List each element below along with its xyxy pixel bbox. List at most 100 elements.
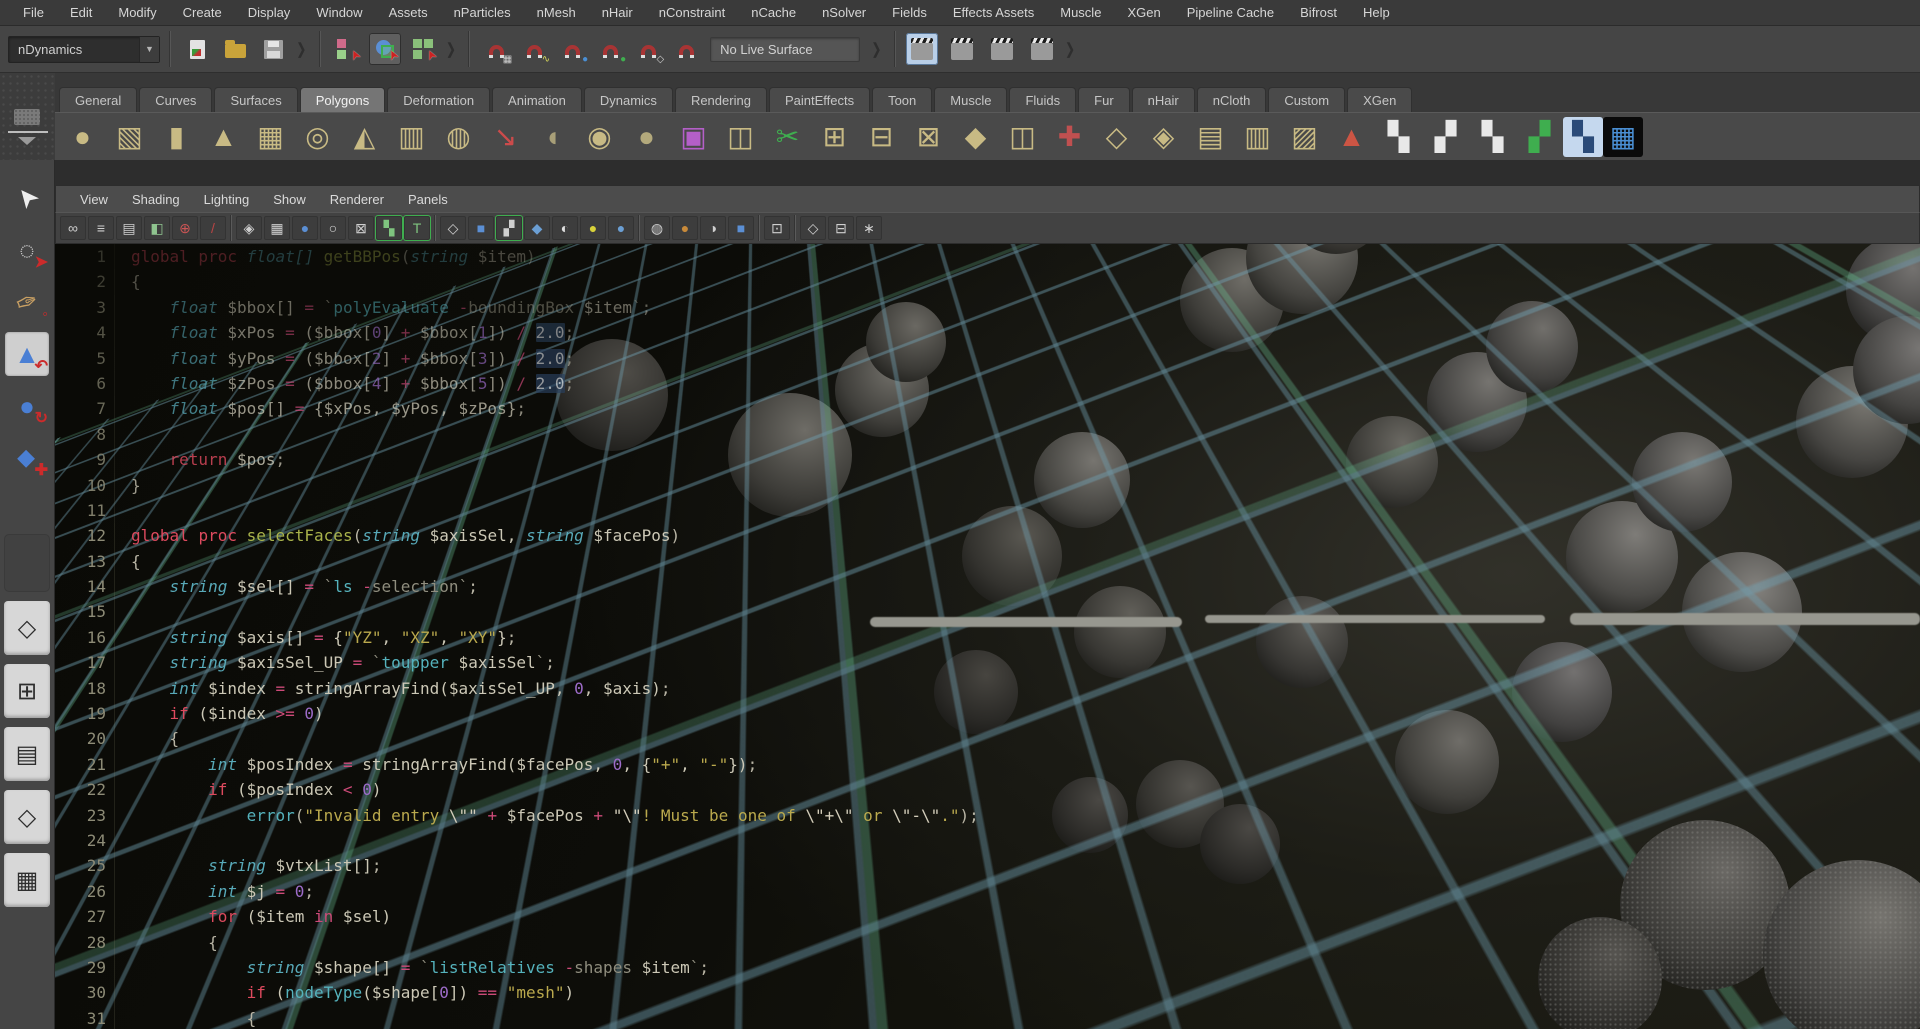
snap-to-point-icon[interactable]: ●: [556, 33, 588, 65]
menu-nsolver[interactable]: nSolver: [809, 0, 879, 25]
insert-edge-loop-icon[interactable]: ▤: [1187, 115, 1234, 159]
outliner-persp-layout-button[interactable]: ▤: [4, 727, 50, 781]
snap-to-center-icon[interactable]: [670, 33, 702, 65]
menu-assets[interactable]: Assets: [376, 0, 441, 25]
voxel-cube-icon[interactable]: ▦: [1603, 117, 1643, 157]
poly-pipe-icon[interactable]: ▥: [388, 115, 435, 159]
multi-cut-icon[interactable]: ◇: [1093, 115, 1140, 159]
panel-menu-shading[interactable]: Shading: [120, 192, 192, 207]
uv-planar-mapping-icon[interactable]: ▚: [1375, 115, 1422, 159]
view-cube-icon[interactable]: ◈: [236, 216, 262, 240]
poly-torus-icon[interactable]: ◎: [294, 115, 341, 159]
nparticle-sphere[interactable]: [1052, 777, 1128, 853]
shelf-tab-dynamics[interactable]: Dynamics: [584, 87, 673, 112]
shelf-tab-xgen[interactable]: XGen: [1347, 87, 1412, 112]
menu-modify[interactable]: Modify: [105, 0, 169, 25]
checker-ball-icon[interactable]: ◐: [552, 216, 578, 240]
make-live-icon[interactable]: ●: [594, 33, 626, 65]
uv-cylindrical-mapping-icon[interactable]: ▞: [1422, 115, 1469, 159]
scale-tool[interactable]: ■✚: [5, 436, 49, 480]
poly-cylinder-icon[interactable]: ▮: [153, 115, 200, 159]
hypershade-persp-layout-button[interactable]: ▦: [4, 853, 50, 907]
paint-select-tool[interactable]: ✑◦: [5, 280, 49, 324]
checker-icon[interactable]: ▚: [376, 216, 402, 240]
menu-edit[interactable]: Edit: [57, 0, 105, 25]
select-by-object-icon[interactable]: ➤: [369, 33, 401, 65]
nparticle-sphere[interactable]: [1074, 586, 1166, 678]
isolate-select-icon[interactable]: ⊡: [764, 216, 790, 240]
shelf-dropdown-arrow-icon[interactable]: [18, 137, 36, 145]
light-yellow-icon[interactable]: ●: [580, 216, 606, 240]
uv-automatic-mapping-icon[interactable]: ▞: [1516, 115, 1563, 159]
single-pane-layout-button[interactable]: ◇: [4, 601, 50, 655]
textured-icon[interactable]: ⊠: [348, 216, 374, 240]
panel-menu-view[interactable]: View: [68, 192, 120, 207]
menu-nhair[interactable]: nHair: [589, 0, 646, 25]
nparticle-sphere[interactable]: [1512, 642, 1612, 742]
nparticle-sphere[interactable]: [1256, 596, 1348, 688]
menu-display[interactable]: Display: [235, 0, 304, 25]
menu-pipeline-cache[interactable]: Pipeline Cache: [1174, 0, 1287, 25]
shelf-menu-widget[interactable]: [0, 73, 55, 160]
workspace-selector[interactable]: nDynamics ▼: [8, 36, 160, 63]
panel-menu-show[interactable]: Show: [261, 192, 318, 207]
nparticle-sphere[interactable]: [1346, 416, 1438, 508]
shelf-tab-toon[interactable]: Toon: [872, 87, 932, 112]
camera-attributes-icon[interactable]: ≡: [88, 216, 114, 240]
shelf-tab-fur[interactable]: Fur: [1078, 87, 1130, 112]
shadows-icon[interactable]: ●: [672, 216, 698, 240]
stereo-camera-icon[interactable]: ∞: [60, 216, 86, 240]
separate-icon[interactable]: ⊟: [858, 115, 905, 159]
nparticle-sphere[interactable]: [1538, 917, 1662, 1029]
grease-pencil-icon[interactable]: /: [200, 216, 226, 240]
render-current-frame-icon[interactable]: [946, 33, 978, 65]
bridge-icon[interactable]: ◫: [999, 115, 1046, 159]
snap-to-grid-icon[interactable]: ▦: [480, 33, 512, 65]
bookmark-icon[interactable]: ▤: [116, 216, 142, 240]
open-scene-icon[interactable]: [219, 33, 251, 65]
render-view-icon[interactable]: [906, 33, 938, 65]
merge-vertices-icon[interactable]: ✚: [1046, 115, 1093, 159]
extrude-icon[interactable]: ⊠: [905, 115, 952, 159]
smooth-preview-icon[interactable]: ◉: [576, 115, 623, 159]
motion-blur-icon[interactable]: ■: [728, 216, 754, 240]
menu-nconstraint[interactable]: nConstraint: [646, 0, 738, 25]
collapse-arrow-icon[interactable]: ❭: [868, 40, 885, 58]
checker-bracket-icon[interactable]: ▞: [496, 216, 522, 240]
pin-icon[interactable]: ⊕: [172, 216, 198, 240]
shelf-tab-curves[interactable]: Curves: [139, 87, 212, 112]
poly-cube-icon[interactable]: ▧: [106, 115, 153, 159]
panel-menu-renderer[interactable]: Renderer: [318, 192, 396, 207]
default-lighting-icon[interactable]: ◍: [644, 216, 670, 240]
share-nodes-icon[interactable]: ∗: [856, 216, 882, 240]
save-scene-icon[interactable]: [257, 33, 289, 65]
shelf-tab-animation[interactable]: Animation: [492, 87, 582, 112]
wire-cube-icon[interactable]: ◇: [440, 216, 466, 240]
collapse-arrow-icon[interactable]: ❭: [293, 40, 310, 58]
select-by-hierarchy-icon[interactable]: ➤: [331, 33, 363, 65]
viewport[interactable]: 1global proc float[] getBBPos(string $it…: [55, 244, 1920, 1029]
menu-help[interactable]: Help: [1350, 0, 1403, 25]
snap-to-viewplane-icon[interactable]: ◇: [632, 33, 664, 65]
split-mesh-icon[interactable]: ✂: [764, 115, 811, 159]
menu-fields[interactable]: Fields: [879, 0, 940, 25]
sculpt-tool-icon[interactable]: ▲: [1328, 115, 1375, 159]
live-surface-field[interactable]: No Live Surface: [710, 37, 860, 62]
nparticle-sphere[interactable]: [1034, 432, 1130, 528]
menu-xgen[interactable]: XGen: [1114, 0, 1173, 25]
shaded-sphere-icon[interactable]: ●: [292, 216, 318, 240]
edge-flow-icon[interactable]: ▨: [1281, 115, 1328, 159]
menu-effects-assets[interactable]: Effects Assets: [940, 0, 1047, 25]
menu-window[interactable]: Window: [303, 0, 375, 25]
nparticle-sphere[interactable]: [1486, 301, 1578, 393]
menu-nmesh[interactable]: nMesh: [524, 0, 589, 25]
mirror-geometry-icon[interactable]: ◫: [717, 115, 764, 159]
film-gate-icon[interactable]: ▦: [264, 216, 290, 240]
text-hud-icon[interactable]: T: [404, 216, 430, 240]
menu-bifrost[interactable]: Bifrost: [1287, 0, 1350, 25]
lasso-select-tool[interactable]: ◌➤: [5, 228, 49, 272]
menu-nparticles[interactable]: nParticles: [441, 0, 524, 25]
shelf-tab-fluids[interactable]: Fluids: [1009, 87, 1076, 112]
shelf-tab-surfaces[interactable]: Surfaces: [214, 87, 297, 112]
textured-cube-icon[interactable]: ◆: [524, 216, 550, 240]
